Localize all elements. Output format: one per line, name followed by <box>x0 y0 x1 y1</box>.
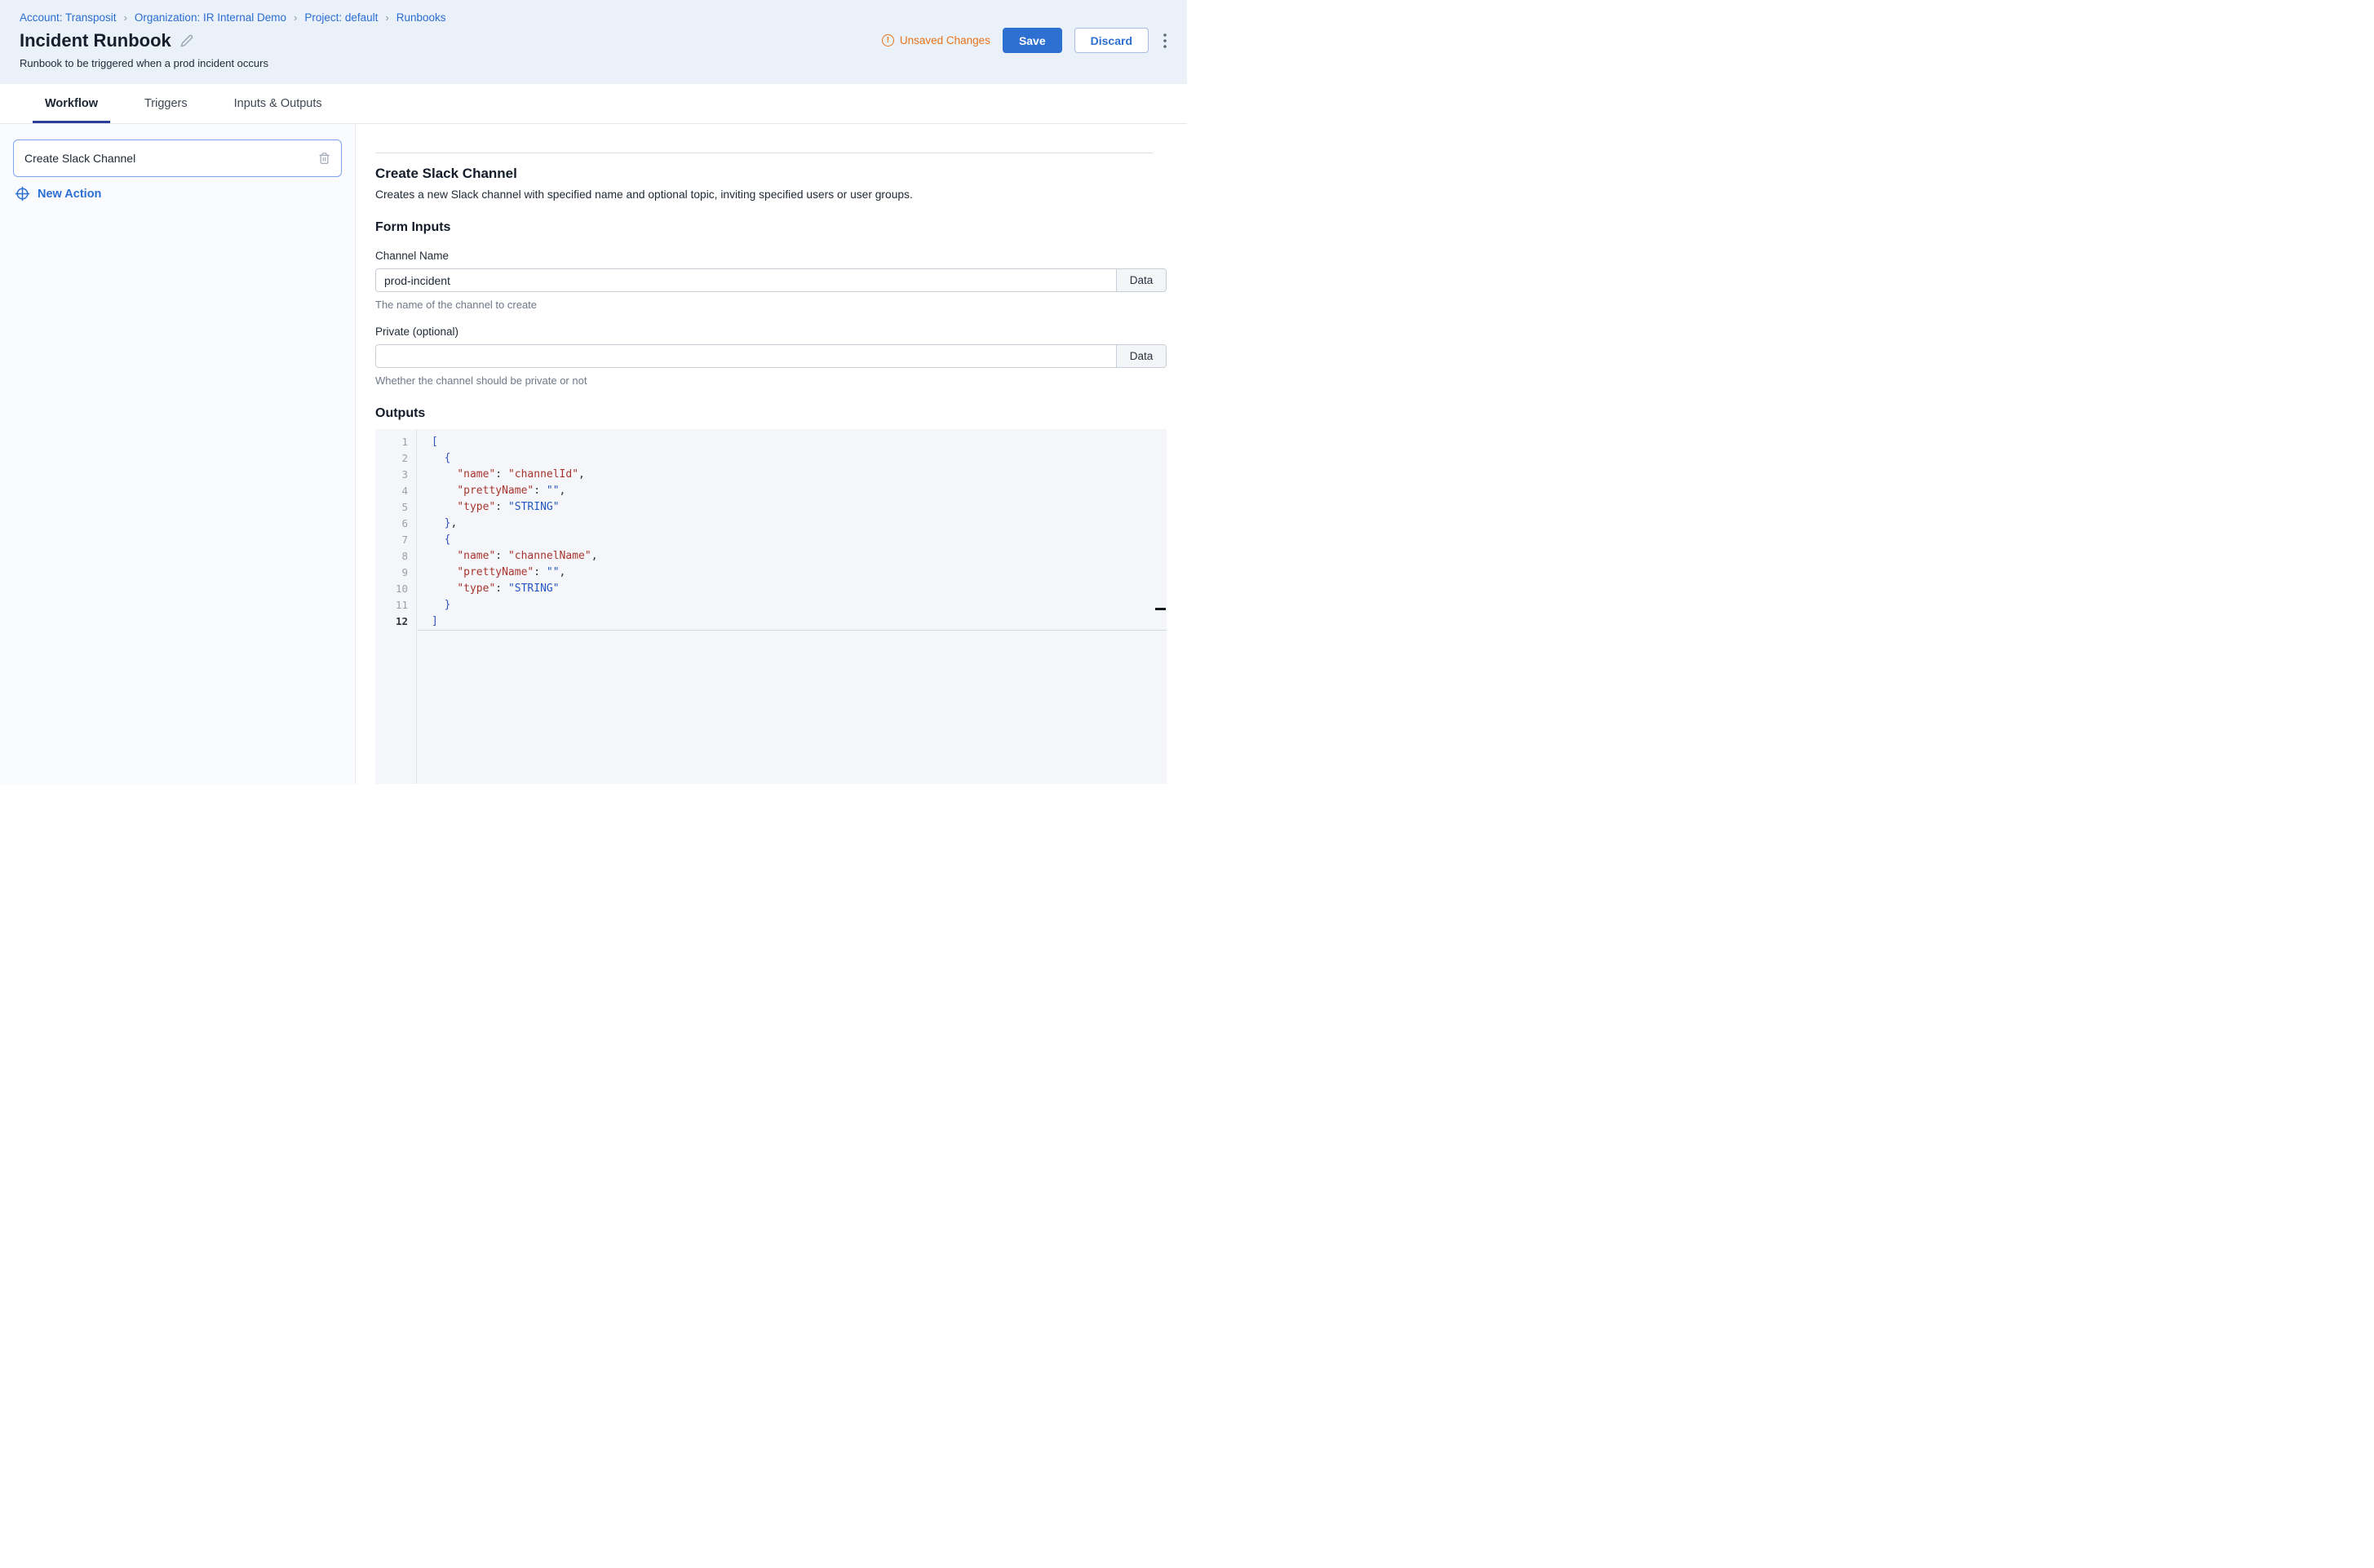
tab-bar: Workflow Triggers Inputs & Outputs <box>0 84 1187 124</box>
code-line: "prettyName": "", <box>432 483 1167 499</box>
action-detail-panel: Create Slack Channel Creates a new Slack… <box>356 124 1187 784</box>
main-body: Create Slack Channel New Action Create S… <box>0 124 1187 784</box>
action-card[interactable]: Create Slack Channel <box>13 140 342 177</box>
field-input-group: Data <box>375 344 1167 368</box>
line-number: 9 <box>375 565 416 581</box>
field-label-private-optional: Private (optional) <box>375 326 1167 338</box>
line-number: 2 <box>375 450 416 467</box>
unsaved-changes-label: Unsaved Changes <box>900 34 990 47</box>
action-list: Create Slack Channel <box>13 140 342 177</box>
line-number: 7 <box>375 532 416 548</box>
field-input-group: Data <box>375 268 1167 292</box>
breadcrumb-link-organization[interactable]: Organization: IR Internal Demo <box>135 11 286 24</box>
breadcrumb-separator: › <box>294 11 297 24</box>
unsaved-changes-indicator: ! Unsaved Changes <box>882 34 990 47</box>
field-help-text: Whether the channel should be private or… <box>375 374 1167 387</box>
new-action-button[interactable]: New Action <box>15 186 101 202</box>
warning-icon: ! <box>882 34 894 47</box>
line-number: 10 <box>375 581 416 597</box>
line-number: 11 <box>375 597 416 613</box>
line-number: 3 <box>375 467 416 483</box>
code-line: { <box>432 450 1167 467</box>
page-subtitle: Runbook to be triggered when a prod inci… <box>20 57 1167 69</box>
line-number: 12 <box>375 613 416 630</box>
code-line: "type": "STRING" <box>432 499 1167 516</box>
page-title: Incident Runbook <box>20 30 171 51</box>
edit-title-icon[interactable] <box>180 34 193 47</box>
code-line: "prettyName": "", <box>432 565 1167 581</box>
outputs-code-editor[interactable]: 123456789101112 [ { "name": "channelId",… <box>375 429 1167 784</box>
code-line: "name": "channelId", <box>432 467 1167 483</box>
plus-circle-icon <box>15 186 30 202</box>
save-button[interactable]: Save <box>1003 28 1062 53</box>
action-description: Creates a new Slack channel with specifi… <box>375 188 1167 201</box>
field-input-private-optional[interactable] <box>375 344 1116 368</box>
code-line: "type": "STRING" <box>432 581 1167 597</box>
line-number: 5 <box>375 499 416 516</box>
code-line: } <box>432 597 1167 613</box>
data-button[interactable]: Data <box>1116 268 1167 292</box>
code-line: }, <box>432 516 1167 532</box>
action-title: Create Slack Channel <box>375 166 1167 182</box>
tab-triggers[interactable]: Triggers <box>132 84 200 123</box>
editor-gutter: 123456789101112 <box>375 429 417 784</box>
line-number: 1 <box>375 434 416 450</box>
breadcrumb: Account: Transposit › Organization: IR Int… <box>20 11 1167 24</box>
app-window: Account: Transposit › Organization: IR Int… <box>0 0 1187 784</box>
tab-inputs-outputs[interactable]: Inputs & Outputs <box>222 84 334 123</box>
workflow-steps-panel: Create Slack Channel New Action <box>0 124 356 784</box>
field-label-channel-name: Channel Name <box>375 250 1167 262</box>
breadcrumb-separator: › <box>124 11 127 24</box>
new-action-label: New Action <box>38 188 101 201</box>
page-header: Account: Transposit › Organization: IR Int… <box>0 0 1187 84</box>
outputs-heading: Outputs <box>375 406 1167 421</box>
editor-divider-line <box>418 630 1167 631</box>
field-input-channel-name[interactable] <box>375 268 1116 292</box>
breadcrumb-link-project[interactable]: Project: default <box>304 11 378 24</box>
action-card-label: Create Slack Channel <box>24 152 135 165</box>
breadcrumb-separator: › <box>385 11 388 24</box>
line-number: 4 <box>375 483 416 499</box>
code-line: ] <box>432 613 1167 630</box>
delete-action-icon[interactable] <box>318 152 330 165</box>
more-options-icon[interactable] <box>1161 32 1169 50</box>
discard-button[interactable]: Discard <box>1074 28 1149 53</box>
form-fields: Channel Name Data The name of the channel … <box>375 250 1167 387</box>
code-line: { <box>432 532 1167 548</box>
header-actions: ! Unsaved Changes Save Discard <box>882 28 1169 53</box>
line-number: 8 <box>375 548 416 565</box>
breadcrumb-link-runbooks[interactable]: Runbooks <box>396 11 446 24</box>
field-help-text: The name of the channel to create <box>375 299 1167 311</box>
code-line: "name": "channelName", <box>432 548 1167 565</box>
tab-workflow[interactable]: Workflow <box>33 84 110 123</box>
code-line: [ <box>432 434 1167 450</box>
data-button[interactable]: Data <box>1116 344 1167 368</box>
line-number: 6 <box>375 516 416 532</box>
breadcrumb-link-account[interactable]: Account: Transposit <box>20 11 117 24</box>
form-inputs-heading: Form Inputs <box>375 220 1167 235</box>
editor-code[interactable]: [ { "name": "channelId", "prettyName": "… <box>418 429 1167 630</box>
editor-scrollbar-thumb[interactable] <box>1155 608 1166 610</box>
